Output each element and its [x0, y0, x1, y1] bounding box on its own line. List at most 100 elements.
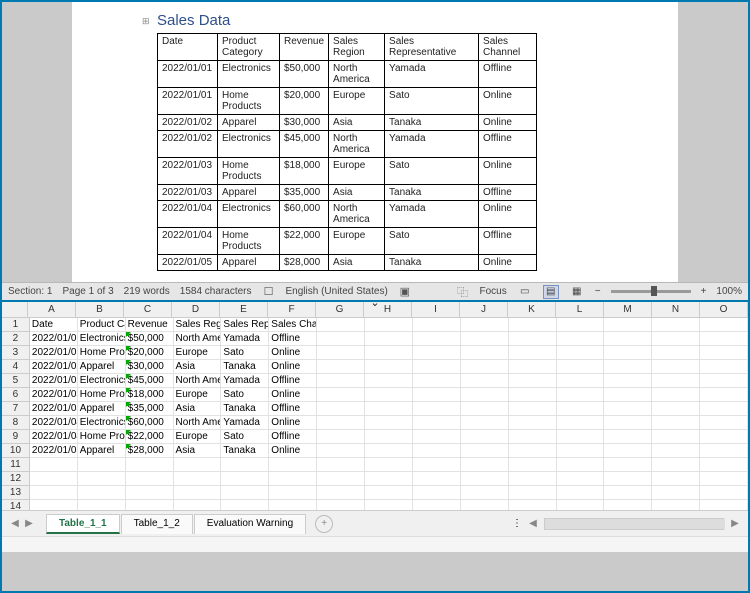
- cell[interactable]: [461, 346, 509, 360]
- column-header[interactable]: M: [604, 302, 652, 317]
- cell[interactable]: [652, 458, 700, 472]
- cell[interactable]: Sales Repr: [221, 318, 269, 332]
- cell[interactable]: [557, 332, 605, 346]
- cell[interactable]: [652, 472, 700, 486]
- cell[interactable]: [700, 500, 748, 510]
- cell[interactable]: [557, 500, 605, 510]
- cell[interactable]: 2022/01/02: [30, 374, 78, 388]
- tab-nav-next[interactable]: ▶: [22, 518, 36, 529]
- cell[interactable]: [557, 430, 605, 444]
- column-header[interactable]: C: [124, 302, 172, 317]
- cell[interactable]: [557, 402, 605, 416]
- cell[interactable]: [413, 486, 461, 500]
- cell[interactable]: [652, 416, 700, 430]
- cell[interactable]: $18,000: [126, 388, 174, 402]
- zoom-level[interactable]: 100%: [716, 286, 742, 297]
- cell[interactable]: [509, 360, 557, 374]
- read-mode-button[interactable]: ▭: [517, 285, 533, 299]
- cell[interactable]: [700, 318, 748, 332]
- cell[interactable]: [317, 402, 365, 416]
- cell[interactable]: [604, 346, 652, 360]
- cell[interactable]: $30,000: [126, 360, 174, 374]
- cell[interactable]: [509, 402, 557, 416]
- cell[interactable]: [509, 458, 557, 472]
- cell[interactable]: [317, 346, 365, 360]
- web-layout-button[interactable]: ▦: [569, 285, 585, 299]
- row-header[interactable]: 13: [2, 486, 30, 500]
- cell[interactable]: [269, 472, 317, 486]
- cell[interactable]: [413, 332, 461, 346]
- column-header[interactable]: D: [172, 302, 220, 317]
- row-header[interactable]: 5: [2, 374, 30, 388]
- cell[interactable]: [365, 458, 413, 472]
- cell[interactable]: [413, 346, 461, 360]
- cell[interactable]: [365, 374, 413, 388]
- cell[interactable]: [461, 388, 509, 402]
- cell[interactable]: [557, 318, 605, 332]
- cell[interactable]: 2022/01/02: [30, 360, 78, 374]
- cell[interactable]: [269, 500, 317, 510]
- cell[interactable]: [652, 374, 700, 388]
- zoom-out-button[interactable]: −: [595, 286, 601, 297]
- cell[interactable]: [461, 416, 509, 430]
- row-header[interactable]: 11: [2, 458, 30, 472]
- cell[interactable]: Online: [269, 346, 317, 360]
- sheet-tab[interactable]: Evaluation Warning: [194, 514, 306, 534]
- cell[interactable]: [78, 500, 126, 510]
- split-chevron-icon[interactable]: ⌄: [370, 296, 379, 309]
- cell[interactable]: Sato: [221, 346, 269, 360]
- cell[interactable]: Apparel: [78, 444, 126, 458]
- cell[interactable]: Sato: [221, 388, 269, 402]
- cell[interactable]: Tanaka: [221, 360, 269, 374]
- cell[interactable]: [700, 444, 748, 458]
- cell[interactable]: [652, 430, 700, 444]
- cell[interactable]: Sales Channel: [269, 318, 317, 332]
- cell[interactable]: [365, 472, 413, 486]
- cell[interactable]: [604, 402, 652, 416]
- cell[interactable]: [604, 458, 652, 472]
- cell[interactable]: [126, 486, 174, 500]
- print-layout-button[interactable]: ▤: [543, 285, 559, 299]
- cell[interactable]: Yamada: [221, 374, 269, 388]
- cell[interactable]: [509, 318, 557, 332]
- cell[interactable]: $35,000: [126, 402, 174, 416]
- cell[interactable]: [317, 472, 365, 486]
- hscroll-resize[interactable]: ⋮: [512, 518, 522, 529]
- hscroll-left[interactable]: ◀: [526, 518, 540, 529]
- row-header[interactable]: 4: [2, 360, 30, 374]
- cell[interactable]: 2022/01/03: [30, 402, 78, 416]
- cell[interactable]: [365, 416, 413, 430]
- macro-icon[interactable]: ▣: [398, 285, 412, 299]
- cell[interactable]: Apparel: [78, 402, 126, 416]
- cell[interactable]: [461, 472, 509, 486]
- cell[interactable]: [652, 318, 700, 332]
- cell[interactable]: [126, 500, 174, 510]
- cell[interactable]: [365, 346, 413, 360]
- cell[interactable]: Sales Regi: [174, 318, 222, 332]
- cell[interactable]: [509, 346, 557, 360]
- cell[interactable]: [126, 458, 174, 472]
- cell[interactable]: [317, 360, 365, 374]
- cell[interactable]: Offline: [269, 374, 317, 388]
- sheet-tab[interactable]: Table_1_1: [46, 514, 120, 534]
- row-header[interactable]: 7: [2, 402, 30, 416]
- column-header[interactable]: G: [316, 302, 364, 317]
- cell[interactable]: [604, 486, 652, 500]
- cell[interactable]: Asia: [174, 444, 222, 458]
- cell[interactable]: [652, 444, 700, 458]
- cell[interactable]: [174, 472, 222, 486]
- cell[interactable]: [557, 472, 605, 486]
- cell[interactable]: [700, 486, 748, 500]
- cell[interactable]: [269, 458, 317, 472]
- cell[interactable]: [700, 430, 748, 444]
- cell[interactable]: [557, 416, 605, 430]
- cell[interactable]: [700, 332, 748, 346]
- cell[interactable]: [317, 416, 365, 430]
- cell[interactable]: [604, 444, 652, 458]
- column-header[interactable]: I: [412, 302, 460, 317]
- cell[interactable]: Sato: [221, 430, 269, 444]
- cell[interactable]: [78, 486, 126, 500]
- column-header[interactable]: F: [268, 302, 316, 317]
- cell[interactable]: [317, 388, 365, 402]
- cell[interactable]: Yamada: [221, 332, 269, 346]
